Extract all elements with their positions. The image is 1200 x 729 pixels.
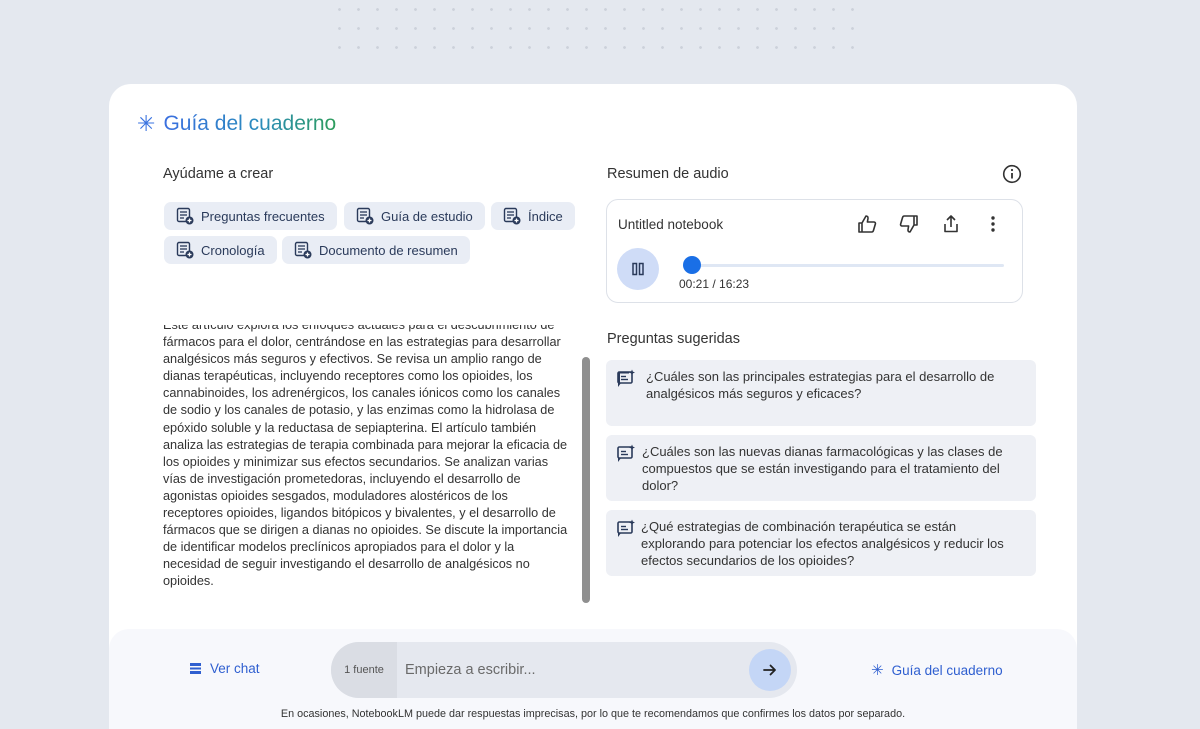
add-note-icon <box>356 207 374 225</box>
audio-notebook-title: Untitled notebook <box>618 217 724 232</box>
chip-label: Documento de resumen <box>319 242 458 258</box>
chip-label: Preguntas frecuentes <box>201 208 325 224</box>
arrow-right-icon <box>763 664 776 676</box>
guide-header: ✳ Guía del cuaderno <box>137 112 336 136</box>
chat-spark-icon <box>617 444 635 462</box>
suggested-questions-label: Preguntas sugeridas <box>607 331 740 347</box>
chat-input[interactable] <box>405 656 725 684</box>
chat-spark-icon <box>617 519 635 537</box>
audio-overview-label: Resumen de audio <box>607 166 729 182</box>
pause-icon <box>632 262 644 276</box>
audio-progress-track[interactable] <box>683 264 1004 267</box>
thumbs-up-icon[interactable] <box>856 213 878 235</box>
question-text: ¿Cuáles son las nuevas dianas farmacológ… <box>642 444 1003 494</box>
summary-text: Este artículo explora los enfoques actua… <box>163 325 568 589</box>
audio-actions <box>856 213 1004 235</box>
help-create-label: Ayúdame a crear <box>163 166 274 182</box>
notebook-guide-label: Guía del cuaderno <box>891 662 1003 678</box>
view-chat-label: Ver chat <box>210 661 260 676</box>
question-text: ¿Qué estrategias de combinación terapéut… <box>641 519 1004 569</box>
guide-title: Guía del cuaderno <box>163 112 337 135</box>
view-chat-button[interactable]: Ver chat <box>189 661 260 676</box>
suggested-question-2[interactable]: ¿Cuáles son las nuevas dianas farmacológ… <box>606 435 1036 501</box>
send-button[interactable] <box>749 649 791 691</box>
add-note-icon <box>176 241 194 259</box>
share-icon[interactable] <box>940 213 962 235</box>
info-icon[interactable] <box>1002 164 1022 189</box>
source-count-button[interactable]: 1 fuente <box>331 642 397 698</box>
chip-timeline-button[interactable]: Cronología <box>164 236 277 264</box>
add-note-icon <box>176 207 194 225</box>
pause-button[interactable] <box>617 248 659 290</box>
chip-label: Índice <box>528 208 563 224</box>
summary-scrollbar[interactable] <box>582 357 590 603</box>
summary-scroll-area[interactable]: Este artículo explora los enfoques actua… <box>163 325 571 601</box>
sparkle-icon: ✳ <box>137 111 156 136</box>
add-note-icon <box>294 241 312 259</box>
chip-faq-button[interactable]: Preguntas frecuentes <box>164 202 337 230</box>
question-text: ¿Cuáles son las principales estrategias … <box>646 369 995 402</box>
notebook-guide-button[interactable]: ✳ Guía del cuaderno <box>871 661 1003 679</box>
audio-player: Untitled notebook 00:21 / 16:23 <box>606 199 1023 303</box>
audio-time: 00:21 / 16:23 <box>679 277 750 291</box>
suggested-question-1[interactable]: ¿Cuáles son las principales estrategias … <box>606 360 1036 426</box>
chat-input-bar: 1 fuente <box>331 642 797 698</box>
chip-label: Cronología <box>201 242 265 258</box>
chip-summary-doc-button[interactable]: Documento de resumen <box>282 236 470 264</box>
thumbs-down-icon[interactable] <box>898 213 920 235</box>
notebook-guide-panel: ✳ Guía del cuaderno Ayúdame a crear Preg… <box>109 84 1077 729</box>
disclaimer-text: En ocasiones, NotebookLM puede dar respu… <box>280 708 906 720</box>
chip-index-button[interactable]: Índice <box>491 202 575 230</box>
more-options-icon[interactable] <box>982 213 1004 235</box>
add-note-icon <box>503 207 521 225</box>
background-dot-pattern <box>330 0 870 60</box>
suggested-question-3[interactable]: ¿Qué estrategias de combinación terapéut… <box>606 510 1036 576</box>
chat-spark-icon <box>617 369 635 387</box>
audio-progress-handle[interactable] <box>682 256 701 274</box>
chat-list-icon <box>190 663 201 674</box>
sparkle-icon: ✳ <box>871 662 884 679</box>
chat-bar-area: Ver chat 1 fuente ✳ Guía del cuaderno En… <box>109 629 1077 729</box>
chip-study-guide-button[interactable]: Guía de estudio <box>344 202 485 230</box>
chip-label: Guía de estudio <box>381 208 473 224</box>
